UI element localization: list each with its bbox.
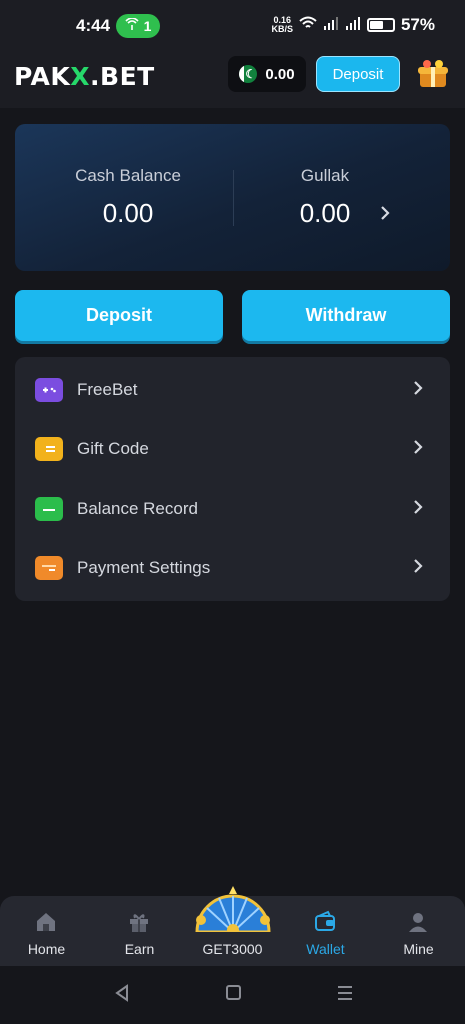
payment-card-icon [35, 556, 63, 580]
chevron-right-icon [413, 439, 423, 460]
tab-mine[interactable]: Mine [372, 896, 465, 966]
signal-icon-1 [323, 15, 339, 35]
cash-balance: Cash Balance 0.00 [28, 166, 228, 229]
hotspot-badge: 1 [116, 14, 160, 38]
gullak-balance[interactable]: Gullak 0.00 [225, 166, 425, 229]
cash-balance-label: Cash Balance [75, 166, 181, 185]
cash-balance-value: 0.00 [102, 198, 154, 228]
signal-icon-2 [345, 15, 361, 35]
home-icon [34, 910, 58, 934]
deposit-button[interactable]: Deposit [15, 290, 223, 341]
gift-code-icon [35, 437, 63, 461]
battery-percent: 57% [400, 15, 435, 34]
hotspot-count: 1 [143, 18, 152, 34]
wifi-icon [299, 15, 317, 35]
home-square-icon[interactable] [225, 984, 241, 1008]
wallet-balance-chip[interactable]: 0.00 [228, 56, 306, 92]
balance-card: Cash Balance 0.00 Gullak 0.00 [15, 124, 450, 271]
chevron-right-icon [413, 499, 423, 520]
gamepad-icon [35, 378, 63, 402]
menu-item-freebet[interactable]: FreeBet [15, 362, 450, 418]
status-bar: 4:44 1 0.16 KB/S 57% [0, 0, 465, 54]
brand-logo[interactable]: PAKX.BET [14, 62, 155, 91]
user-icon [406, 910, 430, 934]
treasure-chest-icon[interactable] [415, 56, 451, 92]
recents-menu-icon[interactable] [336, 984, 354, 1008]
gift-icon [127, 910, 151, 934]
gullak-label: Gullak [300, 166, 350, 185]
chevron-right-icon [413, 558, 423, 579]
wallet-icon [313, 910, 337, 934]
balance-record-icon [35, 497, 63, 521]
wallet-balance: 0.00 [265, 65, 295, 83]
wallet-menu: FreeBet Gift Code Balance Record Payment… [15, 357, 450, 601]
header-deposit-button[interactable]: Deposit [316, 56, 400, 92]
hotspot-icon [124, 16, 139, 35]
pakistan-flag-icon [239, 65, 258, 83]
app-header: PAKX.BET 0.00 Deposit [0, 54, 465, 108]
battery-icon [366, 18, 395, 32]
menu-item-gift-code[interactable]: Gift Code [15, 421, 450, 477]
menu-item-payment-settings[interactable]: Payment Settings [15, 540, 450, 596]
prize-wheel-icon[interactable] [193, 884, 273, 936]
gullak-value: 0.00 [299, 198, 351, 228]
withdraw-button[interactable]: Withdraw [242, 290, 450, 341]
status-time: 4:44 [76, 16, 111, 35]
net-speed: 0.16 KB/S [271, 15, 293, 34]
menu-item-balance-record[interactable]: Balance Record [15, 481, 450, 537]
system-nav-bar [0, 966, 465, 1024]
back-icon[interactable] [114, 984, 130, 1008]
tab-earn[interactable]: Earn [93, 896, 186, 966]
chevron-right-icon [413, 380, 423, 401]
chevron-right-icon[interactable] [380, 204, 390, 227]
tab-home[interactable]: Home [0, 896, 93, 966]
tab-wallet[interactable]: Wallet [279, 896, 372, 966]
